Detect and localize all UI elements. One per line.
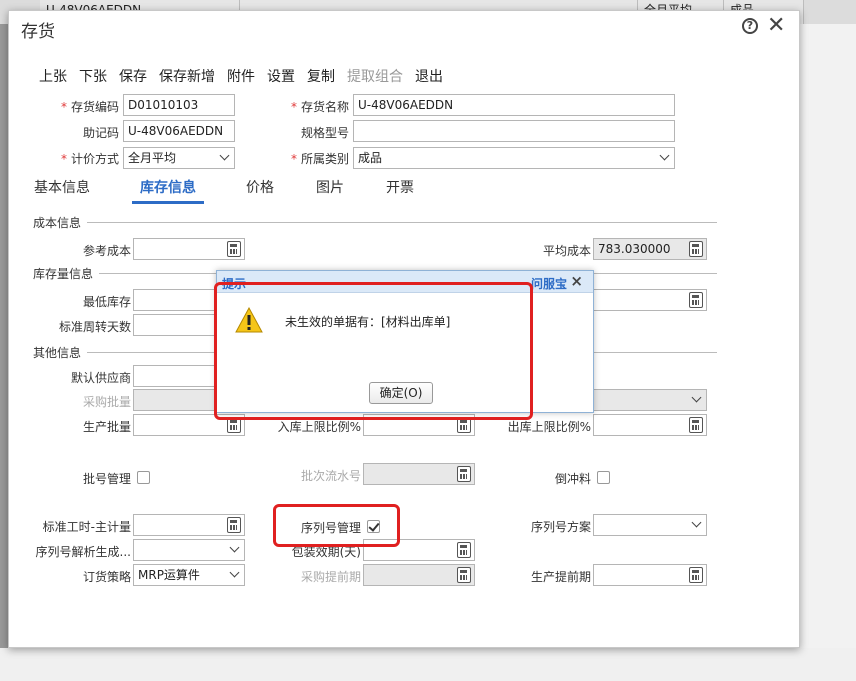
section-cost: 成本信息 [33,214,88,231]
pricing-select[interactable]: 全月平均 [123,147,235,169]
outbound-limit-input[interactable] [593,414,707,436]
pricing-value: 全月平均 [128,151,177,165]
spec-input[interactable] [353,120,675,142]
turnover-days-label: 标准周转天数 [58,320,131,334]
tab-bar: 基本信息 库存信息 价格 图片 开票 [34,177,456,204]
backflush-label: 倒冲料 [554,472,591,486]
chevron-down-icon [230,543,240,553]
calculator-icon [457,567,471,583]
section-other: 其他信息 [33,344,88,361]
close-icon[interactable]: × [570,272,583,290]
avg-cost-input: 783.030000 [593,238,707,260]
tab-price[interactable]: 价格 [246,177,274,204]
save-new-button[interactable]: 保存新增 [159,66,215,86]
calculator-icon[interactable] [457,542,471,558]
serial-parse-label: 序列号解析生成... [35,545,131,559]
std-hours-input[interactable] [133,514,245,536]
code-label: * 存货编码 [60,100,119,114]
calculator-icon[interactable] [689,567,703,583]
ref-cost-label: 参考成本 [82,244,131,258]
calculator-icon [457,466,471,482]
std-hours-label: 标准工时-主计量 [42,520,131,534]
section-stock: 库存量信息 [33,265,100,282]
chevron-down-icon [692,518,702,528]
chevron-down-icon [230,568,240,578]
serial-scheme-select[interactable] [593,514,707,536]
highlight-box [273,504,400,547]
tab-invoice[interactable]: 开票 [386,177,414,204]
tab-basic-info[interactable]: 基本信息 [34,177,90,204]
production-batch-label: 生产批量 [82,420,131,434]
mnemonic-input[interactable]: U-48V06AEDDN [123,120,235,142]
next-button[interactable]: 下张 [79,66,107,86]
batch-serial-label: 批次流水号 [300,469,361,483]
category-label: * 所属类别 [290,152,349,166]
background-panel [0,648,856,681]
name-label: * 存货名称 [290,100,349,114]
extract-combo-button: 提取组合 [347,69,403,85]
highlight-box [214,282,533,420]
purchase-lead-label: 采购提前期 [300,570,361,584]
backflush-checkbox[interactable] [597,471,610,484]
category-value: 成品 [358,151,383,165]
code-input[interactable]: D01010103 [123,94,235,116]
dialog-title: 存货 [21,22,55,42]
production-lead-input[interactable] [593,564,707,586]
default-supplier-label: 默认供应商 [70,371,131,385]
chevron-down-icon [692,393,702,403]
settings-button[interactable]: 设置 [267,66,295,86]
exit-button[interactable]: 退出 [415,66,443,86]
mnemonic-label: 助记码 [82,126,119,140]
help-icon[interactable]: ? [742,18,758,34]
order-strategy-label: 订货策略 [82,570,131,584]
dropdown-field [593,389,707,411]
copy-button[interactable]: 复制 [307,66,335,86]
close-icon[interactable]: ✕ [767,13,785,38]
tab-inventory-info[interactable]: 库存信息 [132,177,204,204]
pricing-label: * 计价方式 [60,152,119,166]
purchase-batch-label: 采购批量 [82,395,131,409]
save-button[interactable]: 保存 [119,66,147,86]
spec-label: 规格型号 [300,126,349,140]
production-lead-label: 生产提前期 [530,570,591,584]
category-select[interactable]: 成品 [353,147,675,169]
chevron-down-icon [220,151,230,161]
calculator-icon[interactable] [689,417,703,433]
background-panel [0,24,8,681]
purchase-lead-input [363,564,475,586]
outbound-limit-label: 出库上限比例% [507,420,591,434]
ref-cost-input[interactable] [133,238,245,260]
toolbar: 上张 下张 保存 保存新增 附件 设置 复制 提取组合 退出 [39,66,443,86]
attachment-button[interactable]: 附件 [227,66,255,86]
avg-cost-label: 平均成本 [542,244,591,258]
calculator-icon [689,241,703,257]
batch-serial-input [363,463,475,485]
min-stock-label: 最低库存 [82,295,131,309]
inbound-limit-label: 入库上限比例% [277,420,361,434]
calculator-icon[interactable] [227,517,241,533]
calculator-icon[interactable] [227,241,241,257]
name-input[interactable]: U-48V06AEDDN [353,94,675,116]
chevron-down-icon [660,151,670,161]
calculator-icon[interactable] [689,292,703,308]
serial-scheme-label: 序列号方案 [530,520,591,534]
avg-cost-value: 783.030000 [598,242,671,256]
tab-image[interactable]: 图片 [316,177,344,204]
order-strategy-value: MRP运算件 [138,568,200,582]
max-stock-input[interactable] [593,289,707,311]
batch-mgmt-label: 批号管理 [82,472,131,486]
ask-link[interactable]: 问服宝 [531,275,567,292]
prev-button[interactable]: 上张 [39,66,67,86]
serial-parse-select[interactable] [133,539,245,561]
background-panel [800,24,856,681]
batch-mgmt-checkbox[interactable] [137,471,150,484]
divider [33,222,717,223]
order-strategy-select[interactable]: MRP运算件 [133,564,245,586]
